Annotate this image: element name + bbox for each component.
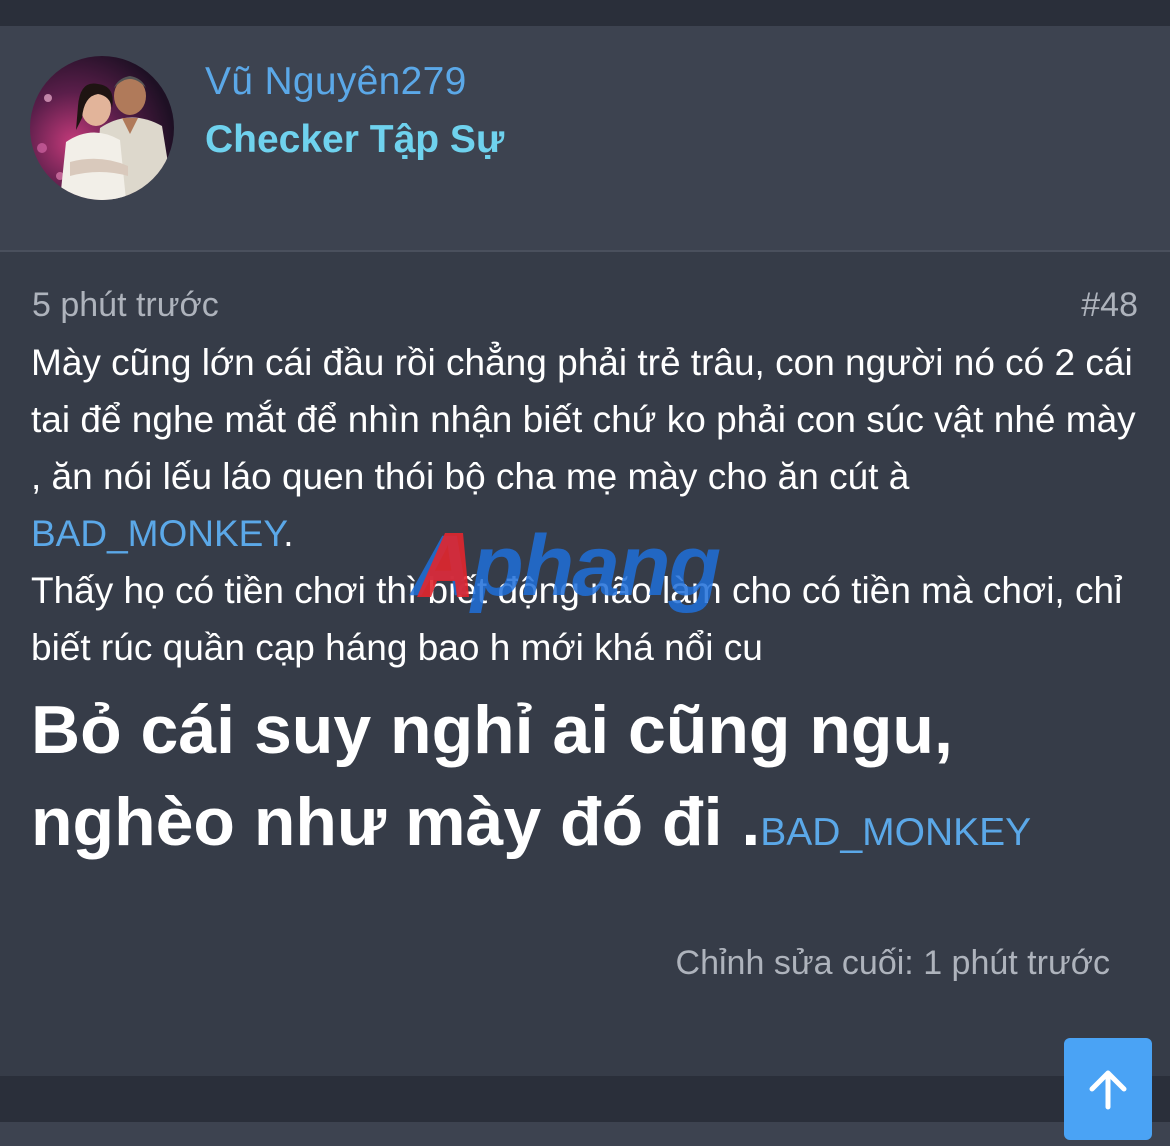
scroll-to-top-button[interactable] (1064, 1038, 1152, 1140)
user-mention-link-2[interactable]: BAD_MONKEY (760, 811, 1031, 854)
last-edited-note: Chỉnh sửa cuối: 1 phút trước (675, 944, 1110, 982)
user-rank-title: Checker Tập Sự (205, 118, 505, 161)
post-paragraph-2: Thấy họ có tiền chơi thì biết động não l… (31, 570, 1123, 668)
post-number-link[interactable]: #48 (1081, 286, 1138, 325)
post-paragraph-1: Mày cũng lớn cái đầu rồi chẳng phải trẻ … (31, 334, 1141, 562)
next-post-edge (0, 1122, 1170, 1146)
user-mention-link[interactable]: BAD_MONKEY (31, 513, 283, 554)
paragraph-1-end: . (283, 513, 294, 554)
post-large-text: Bỏ cái suy nghỉ ai cũng ngu, nghèo như m… (31, 684, 1141, 879)
arrow-up-icon (1089, 1070, 1127, 1110)
paragraph-1-text: Mày cũng lớn cái đầu rồi chẳng phải trẻ … (31, 342, 1136, 497)
top-divider (0, 0, 1170, 26)
post-content: Mày cũng lớn cái đầu rồi chẳng phải trẻ … (31, 334, 1141, 879)
post-meta-bar: 5 phút trước #48 (0, 282, 1170, 332)
user-avatar[interactable] (30, 56, 174, 200)
post-timestamp[interactable]: 5 phút trước (32, 286, 219, 325)
username-link[interactable]: Vũ Nguyên279 (205, 60, 467, 104)
post-author-header: Vũ Nguyên279 Checker Tập Sự (0, 26, 1170, 252)
